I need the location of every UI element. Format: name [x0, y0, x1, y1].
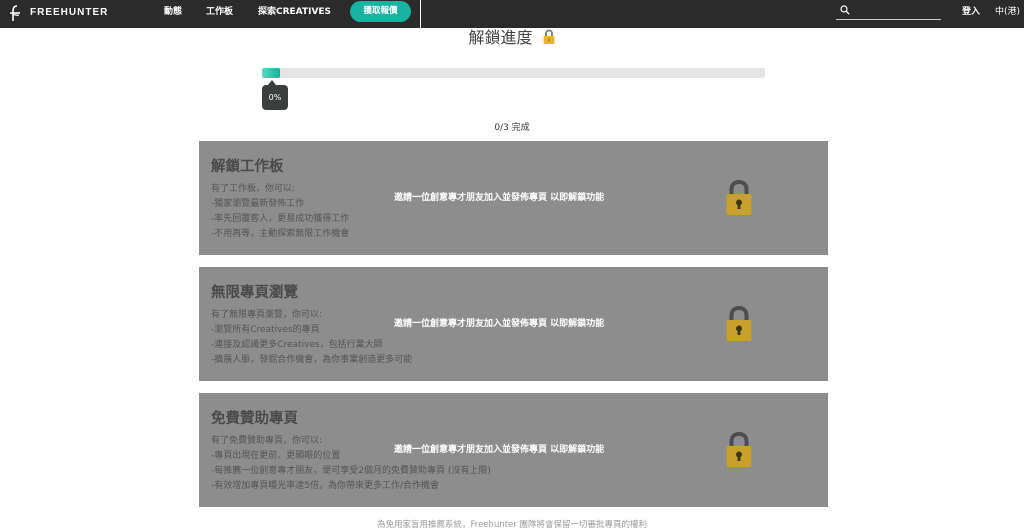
- unlock-progress-fill: [262, 68, 280, 78]
- brand-logo[interactable]: FREEHUNTER: [8, 4, 108, 22]
- locked-feature-card-unlimited-browsing: 無限專頁瀏覽 有了無限專頁瀏覽，你可以: -瀏覽所有Creatives的專頁 -…: [199, 267, 828, 381]
- lock-icon: [726, 305, 752, 341]
- padlock-icon: [543, 29, 555, 44]
- card-line: -瀏覽所有Creatives的專頁: [211, 325, 320, 335]
- top-navbar: FREEHUNTER 動態 工作板 探索CREATIVES 獲取報價 登入 中(…: [0, 0, 1024, 28]
- search-box[interactable]: [836, 2, 941, 20]
- unlock-progress-title: 解鎖進度: [468, 28, 533, 47]
- footer-disclaimer: 為免用家盲用推薦系統，Freehunter 團隊將會保留一切審批專頁的權利: [377, 520, 647, 530]
- invite-to-unlock-text: 邀請一位創意專才朋友加入並發佈專頁 以即解鎖功能: [394, 193, 605, 203]
- card-line: -有效增加專頁曝光率達5倍，為你帶來更多工作/合作機會: [211, 481, 440, 491]
- get-quote-button[interactable]: 獲取報價: [350, 1, 411, 22]
- card-line: -擴展人脈，發掘合作機會，為你事業創造更多可能: [211, 355, 413, 365]
- card-description: 有了無限專頁瀏覽，你可以: -瀏覽所有Creatives的專頁 -連接及認識更多…: [211, 308, 412, 368]
- nav-link-job-board[interactable]: 工作板: [206, 6, 233, 18]
- card-title: 無限專頁瀏覽: [211, 285, 298, 301]
- nav-divider: [420, 0, 421, 28]
- nav-link-explore-creatives[interactable]: 探索CREATIVES: [258, 6, 331, 18]
- card-line: 有了工作板，你可以:: [211, 184, 296, 194]
- search-input[interactable]: [854, 3, 938, 18]
- freehunter-logo-icon: [10, 5, 20, 21]
- invite-to-unlock-text: 邀請一位創意專才朋友加入並發佈專頁 以即解鎖功能: [394, 445, 605, 455]
- card-title: 免費贊助專頁: [211, 411, 298, 427]
- progress-percent-badge: 0%: [262, 80, 288, 110]
- brand-name: FREEHUNTER: [30, 7, 109, 18]
- locked-feature-card-sponsored-page: 免費贊助專頁 有了免費贊助專頁，你可以: -專頁出現在更前、更顯眼的位置 -每推…: [199, 393, 828, 507]
- unlock-progress-heading: 解鎖進度: [0, 27, 1024, 49]
- nav-link-feed[interactable]: 動態: [164, 6, 182, 18]
- card-line: -每推薦一位創意專才朋友，便可享受2個月的免費贊助專頁 (沒有上限): [211, 466, 491, 476]
- card-line: -連接及認識更多Creatives，包括行業大師: [211, 340, 383, 350]
- completion-count: 0/3 完成: [494, 123, 530, 133]
- card-title: 解鎖工作板: [211, 159, 284, 175]
- unlock-progress-bar: [262, 68, 765, 78]
- search-icon: [840, 5, 850, 15]
- card-line: -獨家瀏覽最新發佈工作: [211, 199, 305, 209]
- lock-icon: [726, 179, 752, 215]
- card-line: -率先回覆客人，更易成功獲得工作: [211, 214, 350, 224]
- card-line: 有了無限專頁瀏覽，你可以:: [211, 310, 323, 320]
- card-description: 有了工作板，你可以: -獨家瀏覽最新發佈工作 -率先回覆客人，更易成功獲得工作 …: [211, 182, 349, 242]
- card-line: -不用再等，主動探索無限工作機會: [211, 229, 350, 239]
- lock-icon: [726, 431, 752, 467]
- invite-to-unlock-text: 邀請一位創意專才朋友加入並發佈專頁 以即解鎖功能: [394, 319, 605, 329]
- login-link[interactable]: 登入: [962, 6, 980, 18]
- locked-feature-card-job-board: 解鎖工作板 有了工作板，你可以: -獨家瀏覽最新發佈工作 -率先回覆客人，更易成…: [199, 141, 828, 255]
- language-selector[interactable]: 中(港): [995, 6, 1020, 18]
